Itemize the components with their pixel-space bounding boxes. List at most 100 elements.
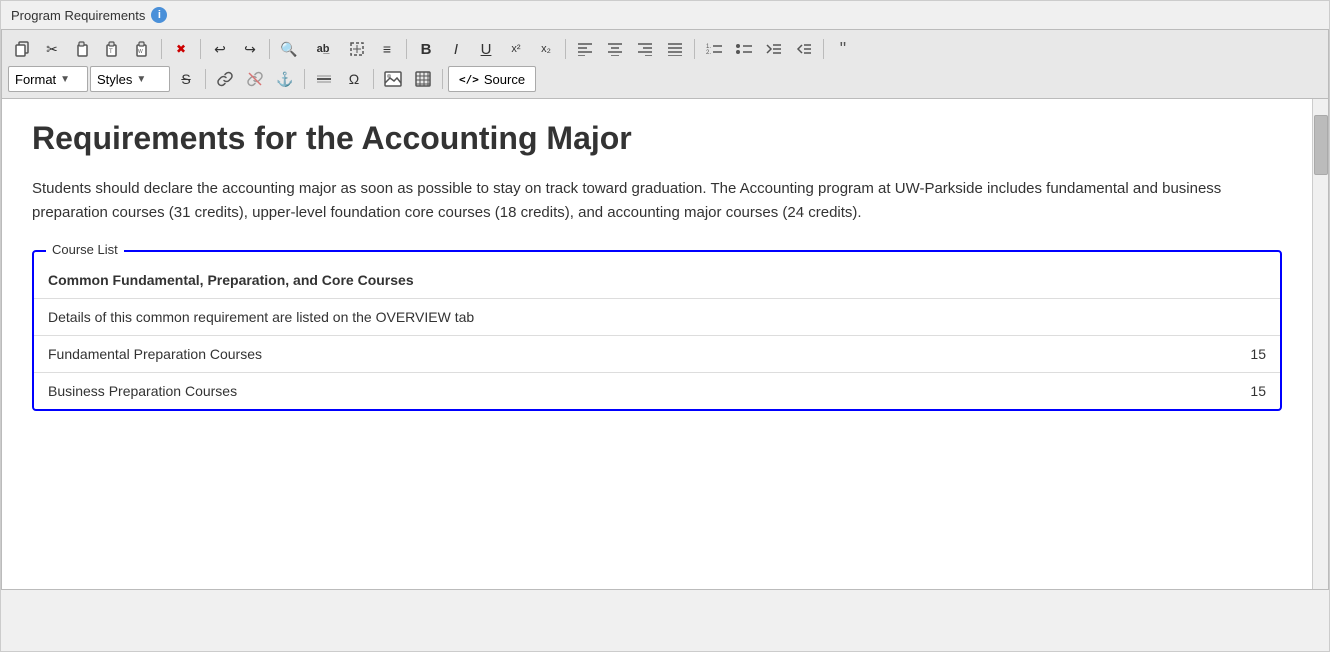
indent-icon — [766, 42, 782, 56]
select-all-button[interactable] — [343, 36, 371, 62]
table-row: Business Preparation Courses 15 — [34, 373, 1280, 410]
table-row: Fundamental Preparation Courses 15 — [34, 336, 1280, 373]
separator-9 — [304, 69, 305, 89]
find-icon: 🔍 — [280, 41, 297, 58]
remove-format-button[interactable]: ✖ — [167, 36, 195, 62]
spell-check-button[interactable]: ≡ — [373, 36, 401, 62]
styles-dropdown[interactable]: Styles ▼ — [90, 66, 170, 92]
course-list-label: Course List — [46, 242, 124, 257]
blockquote-button[interactable]: " — [829, 36, 857, 62]
cut-icon: ✂ — [46, 41, 58, 58]
format-dropdown-arrow: ▼ — [60, 74, 70, 85]
course-detail-cell: Details of this common requirement are l… — [34, 299, 1220, 336]
paste-text-icon: T — [104, 41, 120, 57]
justify-icon — [667, 42, 683, 56]
horizontal-rule-icon — [316, 71, 332, 87]
replace-icon: ab̲ — [317, 43, 330, 55]
link-icon — [217, 71, 233, 87]
italic-icon: I — [454, 41, 458, 58]
unlink-button[interactable] — [241, 66, 269, 92]
separator-8 — [205, 69, 206, 89]
blockquote-icon: " — [840, 39, 846, 60]
insert-image-button[interactable] — [379, 66, 407, 92]
indent-button[interactable] — [760, 36, 788, 62]
align-right-icon — [637, 42, 653, 56]
omega-icon: Ω — [349, 71, 359, 87]
align-left-icon — [577, 42, 593, 56]
unordered-list-button[interactable] — [730, 36, 758, 62]
course-name-cell: Fundamental Preparation Courses — [34, 336, 1220, 373]
italic-button[interactable]: I — [442, 36, 470, 62]
strikethrough-button[interactable]: S — [172, 66, 200, 92]
course-name-cell: Business Preparation Courses — [34, 373, 1220, 410]
insert-table-button[interactable] — [409, 66, 437, 92]
credits-cell — [1220, 262, 1280, 299]
special-char-button[interactable]: Ω — [340, 66, 368, 92]
horizontal-rule-button[interactable] — [310, 66, 338, 92]
align-right-button[interactable] — [631, 36, 659, 62]
remove-format-icon: ✖ — [176, 42, 186, 56]
separator-11 — [442, 69, 443, 89]
svg-text:2.: 2. — [706, 50, 711, 56]
align-left-button[interactable] — [571, 36, 599, 62]
styles-label: Styles — [97, 72, 132, 87]
cut-button[interactable]: ✂ — [38, 36, 66, 62]
toolbar-area: ✂ T W — [1, 29, 1329, 98]
subscript-icon: x₂ — [541, 43, 551, 55]
editor-content[interactable]: Requirements for the Accounting Major St… — [2, 99, 1312, 589]
paste-icon — [74, 41, 90, 57]
replace-button[interactable]: ab̲ — [305, 36, 341, 62]
credits-cell: 15 — [1220, 373, 1280, 410]
format-label: Format — [15, 72, 56, 87]
justify-button[interactable] — [661, 36, 689, 62]
styles-dropdown-arrow: ▼ — [136, 74, 146, 85]
subscript-button[interactable]: x₂ — [532, 36, 560, 62]
underline-button[interactable]: U — [472, 36, 500, 62]
copy-button[interactable] — [8, 36, 36, 62]
find-button[interactable]: 🔍 — [275, 36, 303, 62]
separator-6 — [694, 39, 695, 59]
separator-10 — [373, 69, 374, 89]
info-icon[interactable]: i — [151, 7, 167, 23]
unordered-list-icon — [735, 42, 753, 56]
course-name-cell: Common Fundamental, Preparation, and Cor… — [34, 262, 1220, 299]
credits-cell: 15 — [1220, 336, 1280, 373]
strikethrough-icon: S — [181, 71, 190, 87]
paste-button[interactable] — [68, 36, 96, 62]
separator-2 — [200, 39, 201, 59]
table-row: Common Fundamental, Preparation, and Cor… — [34, 262, 1280, 299]
scrollbar[interactable] — [1312, 99, 1328, 589]
undo-icon: ↩ — [214, 41, 226, 58]
outdent-button[interactable] — [790, 36, 818, 62]
paste-text-button[interactable]: T — [98, 36, 126, 62]
select-all-icon — [349, 41, 365, 57]
title-bar: Program Requirements i — [1, 1, 1329, 29]
ordered-list-button[interactable]: 1. 2. — [700, 36, 728, 62]
source-label: Source — [484, 72, 525, 87]
toolbar-row-2: Format ▼ Styles ▼ S — [8, 64, 1322, 94]
insert-table-icon — [415, 71, 431, 87]
link-button[interactable] — [211, 66, 239, 92]
superscript-button[interactable]: x² — [502, 36, 530, 62]
undo-button[interactable]: ↩ — [206, 36, 234, 62]
course-list-box: Course List Common Fundamental, Preparat… — [32, 250, 1282, 411]
source-button[interactable]: </> Source — [448, 66, 536, 92]
redo-button[interactable]: ↪ — [236, 36, 264, 62]
paste-word-button[interactable]: W — [128, 36, 156, 62]
unlink-icon — [247, 71, 263, 87]
svg-text:T: T — [109, 49, 113, 55]
ordered-list-icon: 1. 2. — [705, 42, 723, 56]
align-center-icon — [607, 42, 623, 56]
editor-window: Program Requirements i ✂ — [0, 0, 1330, 652]
insert-image-icon — [384, 71, 402, 87]
credits-cell — [1220, 299, 1280, 336]
format-dropdown[interactable]: Format ▼ — [8, 66, 88, 92]
scrollbar-thumb[interactable] — [1314, 115, 1328, 175]
anchor-icon: ⚓ — [276, 71, 293, 88]
source-icon: </> — [459, 73, 479, 86]
course-list-table: Common Fundamental, Preparation, and Cor… — [34, 262, 1280, 409]
bold-button[interactable]: B — [412, 36, 440, 62]
spell-check-icon: ≡ — [383, 41, 391, 57]
align-center-button[interactable] — [601, 36, 629, 62]
anchor-button[interactable]: ⚓ — [271, 66, 299, 92]
